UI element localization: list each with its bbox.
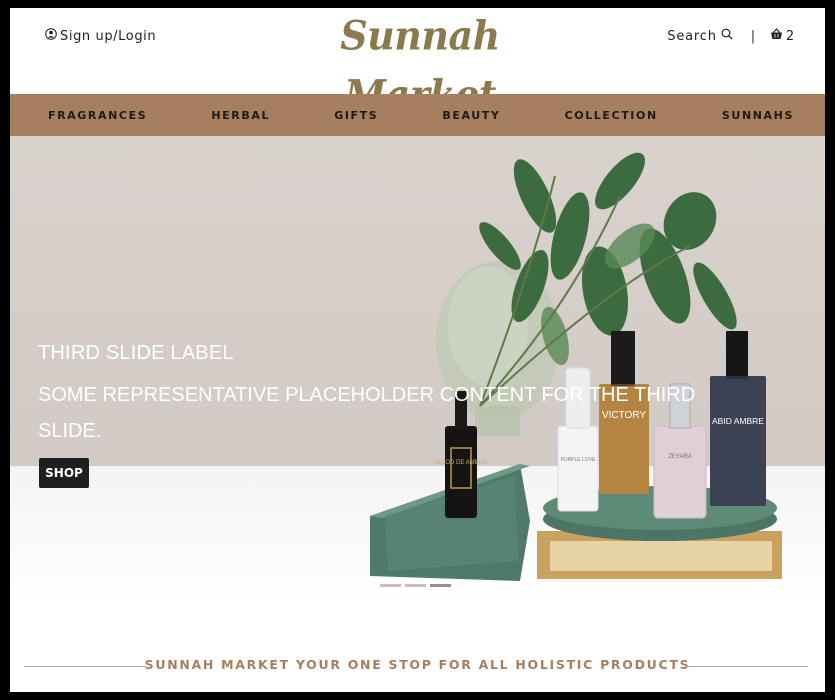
nav-item-beauty[interactable]: BEAUTY [442,109,500,122]
carousel-indicator-3[interactable] [430,584,451,587]
main-nav: FRAGRANCES HERBAL GIFTS BEAUTY COLLECTIO… [10,94,825,136]
header-tools: Search | 2 [667,28,795,44]
carousel-indicator-2[interactable] [405,584,426,587]
login-link[interactable]: Sign up/Login [45,28,156,44]
slide-text: SOME REPRESENTATIVE PLACEHOLDER CONTENT … [38,384,696,442]
cart-count: 2 [785,28,795,44]
carousel-indicators [380,584,451,587]
nav-item-fragrances[interactable]: FRAGRANCES [48,109,147,122]
tagline: SUNNAH MARKET YOUR ONE STOP FOR ALL HOLI… [144,657,691,672]
site-logo[interactable]: Sunnah Market [310,8,530,118]
product-label-abid-ambre: ABID AMBRE [712,416,764,426]
shop-button[interactable]: SHOP [39,458,89,488]
login-label: Sign up/Login [60,28,157,44]
tagline-divider-right [686,666,808,667]
user-icon [45,28,57,44]
hero-carousel: WOOD DE AMBER PURPLE LOVE VICTORY ZEYARA… [10,136,825,606]
product-label-zeyara: ZEYARA [668,454,692,460]
nav-item-sunnahs[interactable]: SUNNAHS [722,109,794,122]
search-button[interactable]: Search [667,28,733,44]
page: Sign up/Login Sunnah Market Search | 2 F… [10,8,825,692]
nav-item-herbal[interactable]: HERBAL [211,109,270,122]
nav-item-gifts[interactable]: GIFTS [334,109,378,122]
search-label: Search [667,28,717,44]
carousel-indicator-1[interactable] [380,584,401,587]
cart-button[interactable]: 2 [770,28,795,44]
hero-product-photo: WOOD DE AMBER PURPLE LOVE VICTORY ZEYARA… [370,152,782,581]
site-header: Sign up/Login Sunnah Market Search | 2 [10,8,825,118]
slide-label: THIRD SLIDE LABEL [38,342,234,364]
product-label-purple-love: PURPLE LOVE [561,457,596,463]
product-label-wood-de-amber: WOOD DE AMBER [435,460,488,466]
nav-item-collection[interactable]: COLLECTION [565,109,658,122]
search-icon [721,28,733,44]
basket-icon [770,28,783,44]
header-separator: | [750,28,756,44]
tagline-section: SUNNAH MARKET YOUR ONE STOP FOR ALL HOLI… [10,648,825,684]
